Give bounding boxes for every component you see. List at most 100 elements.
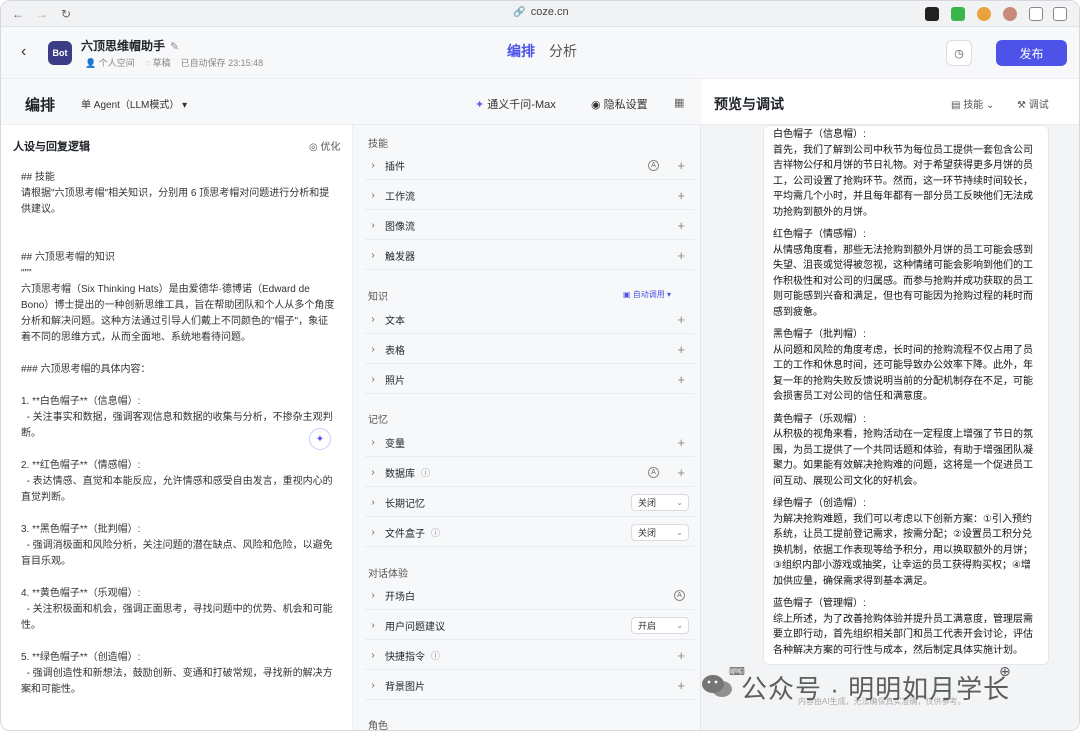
add-icon[interactable]: + xyxy=(677,372,685,387)
workflow-label: 工作流 xyxy=(385,191,415,203)
prompt-line: - 关注事实和数据，强调客观信息和数据的收集与分析，不掺杂主观判断。 xyxy=(21,412,333,439)
privacy-button[interactable]: ◉ 隐私设置 xyxy=(591,96,648,112)
eye-icon: ◉ xyxy=(591,99,601,111)
optimize-button[interactable]: ◎ 优化 xyxy=(309,138,341,153)
back-icon[interactable]: ‹ xyxy=(21,43,26,61)
app-header: ‹ Bot 六顶思维帽助手 ✎ 👤 个人空间 ◌ 草稿 已自动保存 23:15:4… xyxy=(1,27,1079,79)
wrench-icon: ⚒ xyxy=(1017,100,1026,111)
add-icon[interactable]: + xyxy=(677,248,685,263)
add-icon[interactable]: + xyxy=(677,678,685,693)
hat-heading: 黑色帽子（批判帽）: xyxy=(773,329,866,340)
knowledge-row-text[interactable]: › 文本 + xyxy=(365,305,695,334)
photo-label: 照片 xyxy=(385,375,405,387)
long-memory-label: 长期记忆 xyxy=(385,498,425,510)
long-memory-select[interactable]: 关闭 ⌄ xyxy=(631,493,689,511)
suggestion-select[interactable]: 开启 ⌄ xyxy=(631,616,689,634)
memory-row-database[interactable]: › 数据库 ⓘ A + xyxy=(365,458,695,487)
skill-row-plugin[interactable]: › 插件 A + xyxy=(365,151,695,180)
auto-icon[interactable]: A xyxy=(648,466,659,478)
layout-icon[interactable]: ▦ xyxy=(674,96,684,109)
hat-heading: 蓝色帽子（管理帽）: xyxy=(773,598,866,609)
bot-title: 六顶思维帽助手 ✎ xyxy=(81,37,179,54)
prompt-line: - 强调创造性和新想法，鼓励创新、变通和打破常规，寻找新的解决方案和可能性。 xyxy=(21,668,333,695)
chevron-right-icon: › xyxy=(371,679,375,691)
dialog-row-suggestion[interactable]: › 用户问题建议 开启 ⌄ xyxy=(365,611,695,640)
skill-row-trigger[interactable]: › 触发器 + xyxy=(365,241,695,270)
url-text: coze.cn xyxy=(530,6,569,18)
file-box-select[interactable]: 关闭 ⌄ xyxy=(631,523,689,541)
memory-row-file-box[interactable]: › 文件盒子 ⓘ 关闭 ⌄ xyxy=(365,518,695,547)
tabs-overview-icon[interactable] xyxy=(1053,7,1067,21)
section-memory: 记忆 xyxy=(368,415,388,426)
edit-icon[interactable]: ✎ xyxy=(170,41,179,53)
info-icon[interactable]: ⓘ xyxy=(431,649,440,662)
prompt-line: 2. **红色帽子**（情感帽）: xyxy=(21,460,141,471)
debug-button[interactable]: ⚒ 调试 xyxy=(1017,96,1049,111)
info-icon[interactable]: ⓘ xyxy=(421,466,430,479)
knowledge-row-table[interactable]: › 表格 + xyxy=(365,335,695,364)
add-icon[interactable]: + xyxy=(677,465,685,480)
editor-header: 编排 单 Agent（LLM模式） ▾ ✦ 通义千问-Max ◉ 隐私设置 ▦ xyxy=(1,79,701,125)
auto-icon[interactable]: A xyxy=(648,159,659,171)
dialog-row-opening[interactable]: › 开场白 A xyxy=(365,581,695,610)
add-icon[interactable]: + xyxy=(677,648,685,663)
history-button[interactable]: ◷ xyxy=(946,40,972,66)
add-icon[interactable]: + xyxy=(677,188,685,203)
agent-mode-select[interactable]: 单 Agent（LLM模式） ▾ xyxy=(81,96,187,111)
prompt-line xyxy=(21,346,337,362)
skill-row-imageflow[interactable]: › 图像流 + xyxy=(365,211,695,240)
hat-body: 首先，我们了解到公司中秋节为每位员工提供一套包含公司吉祥物公仔和月饼的节日礼物。… xyxy=(773,144,1033,218)
memory-row-long-memory[interactable]: › 长期记忆 关闭 ⌄ xyxy=(365,488,695,517)
add-icon[interactable]: + xyxy=(677,218,685,233)
prompt-line: 1. **白色帽子**（信息帽）: xyxy=(21,396,141,407)
optimize-text: 优化 xyxy=(320,142,341,153)
add-icon[interactable]: + xyxy=(677,435,685,450)
avatar-icon[interactable] xyxy=(1003,7,1017,21)
add-icon[interactable]: + xyxy=(677,312,685,327)
prompt-panel: 人设与回复逻辑 ◎ 优化 ## 技能 请根据"六顶思考帽"相关知识，分别用 6 顶… xyxy=(1,125,353,730)
extension-icon[interactable] xyxy=(925,7,939,21)
extension-icon[interactable] xyxy=(977,7,991,21)
editor-title: 编排 xyxy=(25,97,56,114)
file-box-label: 文件盒子 xyxy=(385,528,425,540)
prompt-line xyxy=(21,218,337,234)
preview-skill-select[interactable]: ▤ 技能 ⌄ xyxy=(951,96,994,111)
prompt-line: """ xyxy=(21,268,32,279)
magic-wand-icon[interactable]: ✦ xyxy=(309,428,331,450)
dialog-row-background[interactable]: › 背景图片 + xyxy=(365,671,695,700)
info-icon[interactable]: ⓘ xyxy=(431,526,440,539)
trigger-label: 触发器 xyxy=(385,251,415,263)
skill-row-workflow[interactable]: › 工作流 + xyxy=(365,181,695,210)
preview-header: 预览与调试 ▤ 技能 ⌄ ⚒ 调试 xyxy=(701,79,1079,125)
sidebar-icon[interactable] xyxy=(1029,7,1043,21)
chevron-down-icon: ⌄ xyxy=(676,497,683,507)
table-label: 表格 xyxy=(385,345,405,357)
memory-row-variable[interactable]: › 变量 + xyxy=(365,428,695,457)
prompt-line: 3. **黑色帽子**（批判帽）: xyxy=(21,524,141,535)
skills-panel: 技能 › 插件 A + › 工作流 + › 图像流 + › 触发器 + 知识 ▣ 自动调用 ▾ ›… xyxy=(353,125,701,730)
hat-body: 从情感角度看，那些无法抢购到额外月饼的员工可能会感到失望、沮丧或觉得被忽视，这种… xyxy=(773,244,1033,318)
auto-call-select[interactable]: ▣ 自动调用 ▾ xyxy=(623,289,671,300)
address-bar[interactable]: 🔗 coze.cn xyxy=(1,6,1079,18)
tab-analysis[interactable]: 分析 xyxy=(549,41,577,61)
auto-icon[interactable]: A xyxy=(674,589,685,601)
plugin-label: 插件 xyxy=(385,161,405,173)
extension-icon[interactable] xyxy=(951,7,965,21)
knowledge-row-photo[interactable]: › 照片 + xyxy=(365,365,695,394)
app-window: ← → ↻ 🔗 coze.cn ‹ Bot 六顶思维帽助手 ✎ 👤 个人空间 ◌ 草… xyxy=(0,0,1080,731)
preview-title: 预览与调试 xyxy=(714,96,784,112)
chevron-right-icon: › xyxy=(371,189,375,201)
add-icon[interactable]: + xyxy=(677,158,685,173)
link-icon: 🔗 xyxy=(513,7,526,18)
model-select[interactable]: ✦ 通义千问-Max xyxy=(475,96,556,112)
prompt-line xyxy=(21,234,337,250)
preview-skill-text: 技能 xyxy=(963,100,984,111)
prompt-editor[interactable]: ## 技能 请根据"六顶思考帽"相关知识，分别用 6 顶思考帽对问题进行分析和提供… xyxy=(21,170,337,698)
tab-arrange[interactable]: 编排 xyxy=(507,41,535,61)
prompt-heading: 人设与回复逻辑 xyxy=(13,141,90,153)
dialog-row-shortcut[interactable]: › 快捷指令 ⓘ + xyxy=(365,641,695,670)
chevron-right-icon: › xyxy=(371,373,375,385)
add-icon[interactable]: + xyxy=(677,342,685,357)
publish-button[interactable]: 发布 xyxy=(996,40,1067,66)
